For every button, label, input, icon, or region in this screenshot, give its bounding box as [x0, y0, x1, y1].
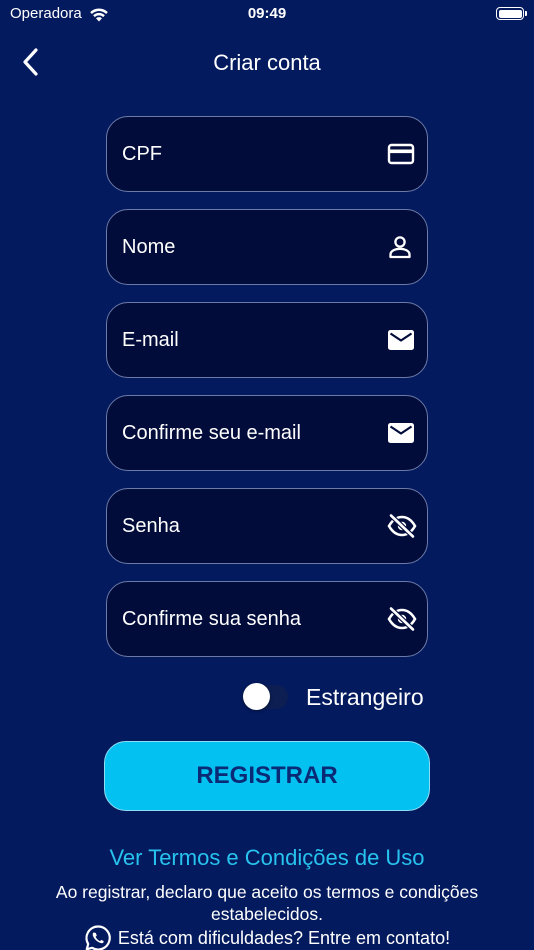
foreigner-toggle[interactable] [242, 683, 288, 710]
page-title: Criar conta [213, 50, 321, 75]
terms-disclaimer: Ao registrar, declaro que aceito os term… [55, 882, 479, 924]
whatsapp-icon [85, 925, 111, 950]
email-input[interactable] [122, 328, 387, 352]
name-input[interactable] [122, 235, 387, 259]
person-icon [387, 232, 413, 262]
name-field[interactable] [106, 209, 428, 285]
envelope-icon [387, 325, 415, 355]
battery-icon [496, 7, 527, 20]
status-time: 09:49 [247, 5, 287, 22]
eye-off-icon[interactable] [387, 511, 417, 541]
cpf-field[interactable] [106, 116, 428, 192]
confirm-email-input[interactable] [122, 421, 387, 445]
cpf-input[interactable] [122, 142, 387, 166]
credit-card-icon [387, 139, 415, 169]
envelope-icon [387, 418, 415, 448]
contact-link[interactable]: Está com dificuldades? Entre em contato! [0, 924, 534, 950]
create-account-screen: Operadora 09:49 Criar conta CPF Nome E-m… [0, 0, 534, 950]
confirm-email-field[interactable] [106, 395, 428, 471]
password-field[interactable] [106, 488, 428, 564]
contact-text: Está com dificuldades? Entre em contato! [117, 927, 451, 948]
status-bar: Operadora 09:49 [0, 0, 534, 28]
foreigner-toggle-row: Estrangeiro [242, 680, 424, 714]
confirm-password-input[interactable] [122, 607, 387, 631]
password-input[interactable] [122, 514, 387, 538]
foreigner-label: Estrangeiro [306, 683, 424, 710]
register-button[interactable]: REGISTRAR [104, 741, 430, 811]
eye-off-icon[interactable] [387, 604, 417, 634]
terms-link[interactable]: Ver Termos e Condições de Uso [0, 845, 534, 871]
toggle-knob [243, 683, 270, 710]
email-field[interactable] [106, 302, 428, 378]
confirm-password-field[interactable] [106, 581, 428, 657]
